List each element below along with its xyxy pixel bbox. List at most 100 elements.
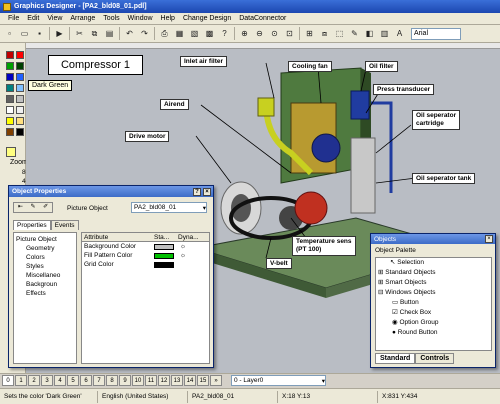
tree-item-windows[interactable]: ⊟ Windows Objects — [378, 288, 491, 298]
table-row[interactable]: Background Color ☼ — [82, 242, 209, 251]
open-icon[interactable]: ▭ — [18, 27, 31, 40]
menu-help[interactable]: Help — [157, 15, 179, 22]
pin-icon[interactable]: ⇤ — [14, 203, 27, 212]
callout-airend[interactable]: Airend — [160, 99, 189, 110]
color-icon[interactable]: ◧ — [363, 27, 376, 40]
tree-item[interactable]: Picture Object — [16, 235, 74, 244]
page-tab[interactable]: 7 — [93, 375, 105, 386]
redo-icon[interactable]: ↷ — [138, 27, 151, 40]
tab-properties[interactable]: Properties — [13, 220, 51, 230]
menu-dataconnector[interactable]: DataConnector — [235, 15, 290, 22]
menu-window[interactable]: Window — [124, 15, 157, 22]
callout-v-belt[interactable]: V-belt — [266, 258, 292, 269]
align-icon[interactable]: ⊞ — [303, 27, 316, 40]
tool-icon[interactable]: ✎ — [348, 27, 361, 40]
tree-item-round-button[interactable]: ● Round Button — [378, 328, 491, 338]
pipette-icon[interactable]: ✎ — [27, 203, 40, 212]
page-tab[interactable]: 4 — [54, 375, 66, 386]
tree-item[interactable]: Colors — [16, 253, 74, 262]
layers-icon[interactable]: ⧈ — [318, 27, 331, 40]
menu-change-design[interactable]: Change Design — [179, 15, 235, 22]
page-tab[interactable]: 1 — [15, 375, 27, 386]
color-swatch[interactable] — [16, 51, 24, 59]
page-tab[interactable]: 13 — [171, 375, 183, 386]
page-tab[interactable]: 11 — [145, 375, 157, 386]
page-tab[interactable]: 3 — [41, 375, 53, 386]
object-select[interactable]: PA2_bld08_01 ▾ — [131, 202, 207, 213]
tree-item[interactable]: Styles — [16, 262, 74, 271]
palette-tool-icon[interactable] — [6, 147, 16, 157]
help-button[interactable]: ? — [193, 187, 201, 196]
zoom-fit-icon[interactable]: ⊙ — [268, 27, 281, 40]
menu-file[interactable]: File — [4, 15, 23, 22]
close-button[interactable]: × — [485, 235, 493, 243]
pattern-icon[interactable]: ▥ — [378, 27, 391, 40]
tree-item[interactable]: Geometry — [16, 244, 74, 253]
color-value[interactable] — [154, 243, 174, 250]
tab-events[interactable]: Events — [50, 220, 79, 230]
font-icon[interactable]: A — [393, 27, 406, 40]
table-row[interactable]: Fill Pattern Color ☼ — [82, 251, 209, 260]
color-swatch[interactable] — [16, 106, 24, 114]
page-tab[interactable]: 12 — [158, 375, 170, 386]
page-tab[interactable]: 5 — [67, 375, 79, 386]
save-icon[interactable]: ▪ — [33, 27, 46, 40]
color-swatch[interactable] — [16, 95, 24, 103]
tree-item-standard[interactable]: ⊞ Standard Objects — [378, 268, 491, 278]
callout-drive-motor[interactable]: Drive motor — [125, 131, 170, 142]
color-swatch[interactable] — [6, 128, 14, 136]
callout-cooling-fan[interactable]: Cooling fan — [288, 61, 332, 72]
color-swatch[interactable] — [6, 106, 14, 114]
color-swatch[interactable] — [6, 95, 14, 103]
callout-press-transducer[interactable]: Press transducer — [373, 84, 435, 95]
undo-icon[interactable]: ↶ — [123, 27, 136, 40]
zoom-area-icon[interactable]: ⊡ — [283, 27, 296, 40]
color-swatch[interactable] — [6, 62, 14, 70]
color-swatch[interactable] — [6, 51, 14, 59]
color-swatch[interactable] — [16, 117, 24, 125]
color-swatch[interactable] — [6, 117, 14, 125]
layer-select[interactable]: 0 - Layer0 ▾ — [231, 375, 326, 386]
close-button[interactable]: × — [203, 187, 211, 196]
column-header[interactable]: Attribute — [82, 233, 152, 241]
zoom-in-icon[interactable]: ⊕ — [238, 27, 251, 40]
lightbulb-icon[interactable]: ☼ — [174, 242, 204, 251]
tree-item[interactable]: Backgroun — [16, 280, 74, 289]
group-icon[interactable]: ⬚ — [333, 27, 346, 40]
menu-edit[interactable]: Edit — [23, 15, 43, 22]
cut-icon[interactable]: ✂ — [73, 27, 86, 40]
properties-icon[interactable]: ▦ — [173, 27, 186, 40]
menu-view[interactable]: View — [43, 15, 66, 22]
tree-item-selection[interactable]: ↖ Selection — [378, 258, 491, 268]
run-icon[interactable]: ▶ — [53, 27, 66, 40]
menu-arrange[interactable]: Arrange — [66, 15, 99, 22]
tree-item-smart[interactable]: ⊞ Smart Objects — [378, 278, 491, 288]
new-icon[interactable]: ▫ — [3, 27, 16, 40]
column-header[interactable]: Dyna... — [176, 233, 206, 241]
menu-tools[interactable]: Tools — [99, 15, 123, 22]
callout-oil-filter[interactable]: Oil filter — [365, 61, 398, 72]
tree-item-checkbox[interactable]: ☑ Check Box — [378, 308, 491, 318]
page-tab[interactable]: 10 — [132, 375, 144, 386]
page-tab[interactable]: 14 — [184, 375, 196, 386]
page-tab[interactable]: 6 — [80, 375, 92, 386]
color-swatch[interactable] — [16, 73, 24, 81]
print-icon[interactable]: ⎙ — [158, 27, 171, 40]
scroll-right-icon[interactable]: » — [210, 375, 222, 386]
tree-item-button[interactable]: ▭ Button — [378, 298, 491, 308]
page-tab[interactable]: 0 — [2, 375, 14, 386]
tab-standard[interactable]: Standard — [375, 353, 416, 364]
callout-oil-seperator-cartridge[interactable]: Oil seperator cartridge — [412, 110, 461, 130]
color-value[interactable] — [154, 261, 174, 268]
font-select[interactable]: Arial — [411, 27, 461, 40]
tab-controls[interactable]: Controls — [415, 353, 455, 364]
pipette-apply-icon[interactable]: ✐ — [39, 203, 52, 212]
callout-inlet-air-filter[interactable]: Inlet air filter — [180, 56, 228, 67]
zoom-out-icon[interactable]: ⊖ — [253, 27, 266, 40]
callout-temperature-sensor[interactable]: Temperature sens (PT 100) — [292, 236, 356, 256]
color-swatch[interactable] — [6, 73, 14, 81]
table-row[interactable]: Grid Color — [82, 260, 209, 269]
lightbulb-icon[interactable]: ☼ — [174, 251, 204, 260]
page-tab[interactable]: 9 — [119, 375, 131, 386]
paste-icon[interactable]: ▤ — [103, 27, 116, 40]
